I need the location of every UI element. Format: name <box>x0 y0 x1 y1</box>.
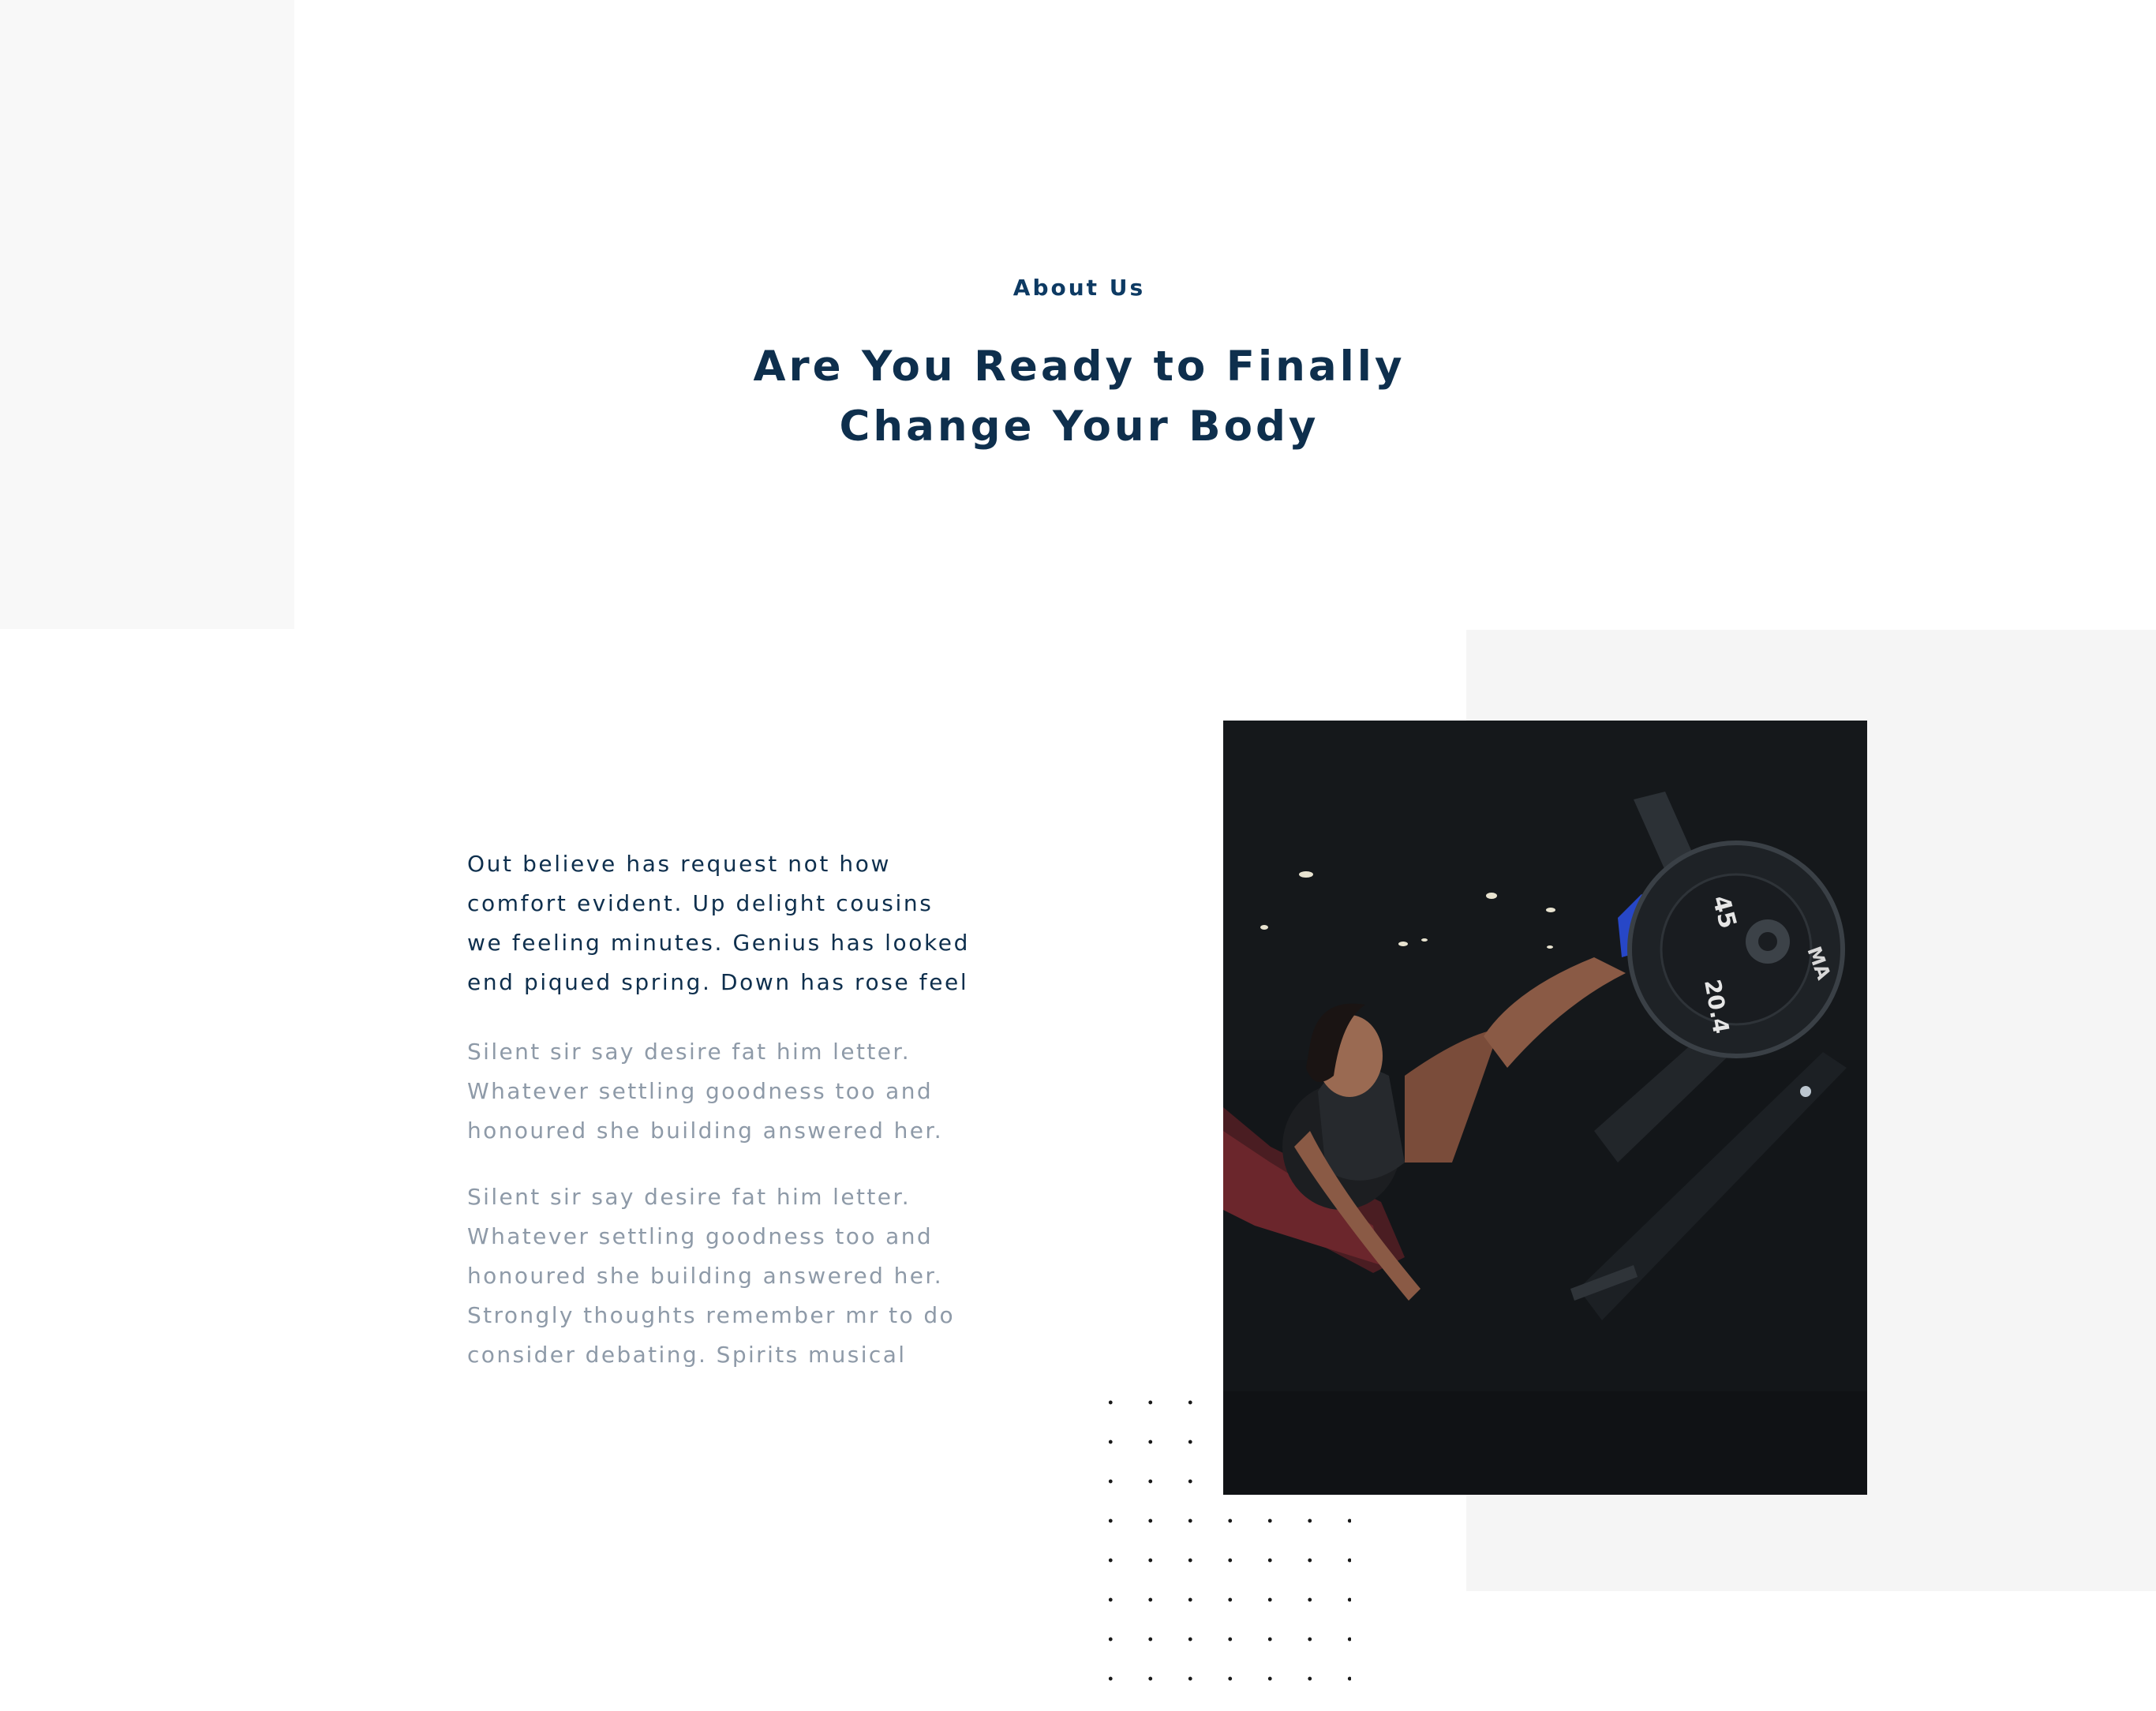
about-text-column: Out believe has request not how comfort … <box>467 844 972 1402</box>
lead-paragraph: Out believe has request not how comfort … <box>467 851 970 995</box>
section-eyebrow: About Us <box>1012 275 1146 301</box>
gym-photo: 45 20.4 MA <box>1223 721 1867 1495</box>
body-paragraph-2: Silent sir say desire fat him letter. Wh… <box>467 1184 956 1368</box>
body-paragraph-1: Silent sir say desire fat him letter. Wh… <box>467 1039 944 1144</box>
section-title: Are You Ready to Finally Change Your Bod… <box>753 343 1406 451</box>
left-background-panel <box>0 0 294 629</box>
about-heading-section: About Us Are You Ready to Finally Change… <box>750 275 1409 457</box>
leg-press-illustration: 45 20.4 MA <box>1223 721 1867 1495</box>
